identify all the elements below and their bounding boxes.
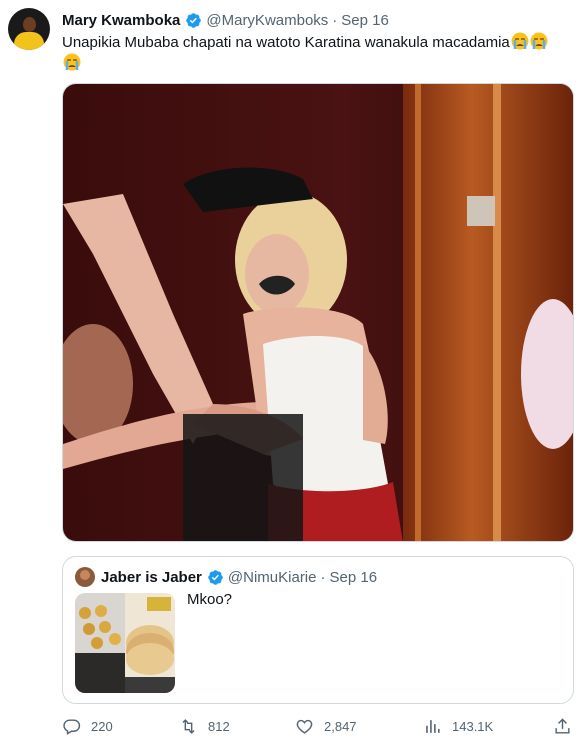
tweet-media-image[interactable] — [62, 83, 574, 542]
views-count: 143.1K — [452, 718, 494, 734]
like-button[interactable]: 2,847 — [295, 714, 357, 738]
loudly-crying-face-emoji-icon — [511, 32, 529, 50]
verified-badge-icon — [208, 569, 223, 585]
reply-button[interactable]: 220 — [62, 714, 113, 738]
retweet-count: 812 — [208, 718, 230, 734]
author-name[interactable]: Mary Kwamboka — [62, 12, 180, 29]
heart-icon — [296, 719, 313, 734]
header-separator: · — [332, 11, 338, 29]
quote-header: Jaber is Jaber @NimuKiarie · Sep 16 — [75, 567, 377, 587]
loudly-crying-face-emoji-icon — [63, 53, 81, 71]
quote-separator: · — [320, 568, 326, 586]
author-handle[interactable]: @MaryKwamboks — [206, 12, 328, 29]
like-count: 2,847 — [324, 718, 357, 734]
views-button[interactable]: 143.1K — [423, 714, 493, 738]
verified-badge-icon — [186, 12, 202, 28]
retweet-button[interactable]: 812 — [179, 714, 230, 738]
reply-icon — [63, 718, 81, 735]
author-avatar[interactable] — [8, 8, 50, 50]
tweet-text: Unapikia Mubaba chapati na watoto Karati… — [62, 32, 572, 74]
quote-date[interactable]: Sep 16 — [330, 569, 378, 586]
share-button[interactable] — [553, 714, 582, 738]
tweet[interactable]: Mary Kwamboka @MaryKwamboks · Sep 16 Una… — [0, 0, 586, 744]
quote-tweet-card[interactable]: Jaber is Jaber @NimuKiarie · Sep 16 Mkoo… — [62, 556, 574, 704]
retweet-icon — [182, 718, 195, 734]
quote-author-avatar[interactable] — [75, 567, 95, 587]
quote-text: Mkoo? — [187, 591, 233, 608]
tweet-date[interactable]: Sep 16 — [341, 12, 389, 29]
tweet-header: Mary Kwamboka @MaryKwamboks · Sep 16 — [62, 10, 389, 30]
reply-count: 220 — [91, 718, 113, 734]
loudly-crying-face-emoji-icon — [530, 32, 548, 50]
tweet-actions: 220 812 2,847 143.1K — [62, 714, 582, 738]
views-chart-icon — [426, 719, 440, 733]
quote-media-thumbnail[interactable] — [75, 593, 175, 693]
tweet-text-body: Unapikia Mubaba chapati na watoto Karati… — [62, 34, 510, 51]
quote-author-handle[interactable]: @NimuKiarie — [228, 569, 317, 586]
share-icon — [555, 717, 570, 734]
quote-author-name[interactable]: Jaber is Jaber — [101, 569, 202, 586]
